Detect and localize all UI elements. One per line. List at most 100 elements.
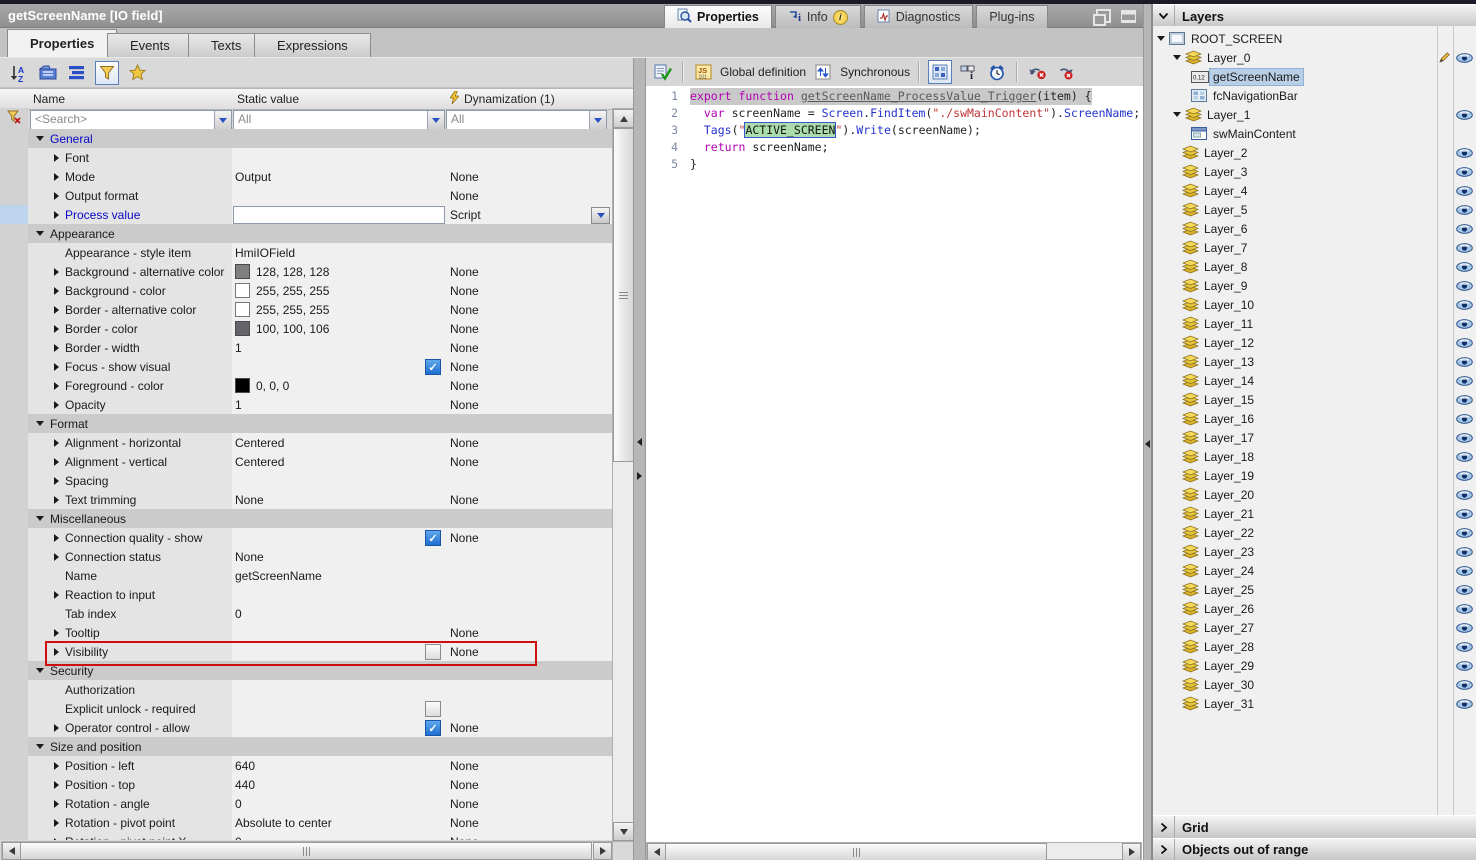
dynamization-cell[interactable]: None — [445, 756, 612, 776]
static-value-cell[interactable]: Centered — [232, 433, 449, 453]
scroll-right-button[interactable] — [593, 842, 612, 860]
property-row[interactable]: Focus - show visual✓None — [0, 357, 612, 376]
property-grid-hscrollbar[interactable] — [1, 841, 613, 860]
layer-row[interactable]: Layer_25 — [1153, 580, 1476, 599]
property-name-cell[interactable]: Format — [28, 414, 612, 434]
property-group-row[interactable]: General — [0, 129, 612, 148]
static-value-cell[interactable]: 255, 255, 255 — [232, 300, 449, 320]
scroll-up-button[interactable] — [613, 109, 634, 128]
dynamization-cell[interactable]: None — [445, 642, 612, 662]
tab-info[interactable]: i Info i — [775, 5, 861, 28]
group-expanded-icon[interactable] — [36, 668, 44, 673]
static-value-cell[interactable]: Absolute to center — [232, 813, 449, 833]
value-checkbox[interactable]: ✓ — [425, 359, 441, 375]
column-header-dynamization[interactable]: Dynamization (1) — [445, 88, 639, 110]
layer-visibility-eye-icon[interactable] — [1456, 546, 1474, 560]
value-checkbox[interactable]: ✓ — [425, 720, 441, 736]
group-expanded-icon[interactable] — [36, 421, 44, 426]
layer-visibility-eye-icon[interactable] — [1456, 394, 1474, 408]
expand-arrow-icon[interactable] — [54, 534, 59, 542]
tab-properties-inspector[interactable]: Properties — [664, 5, 772, 28]
layer-row[interactable]: Layer_30 — [1153, 675, 1476, 694]
category-view-icon[interactable] — [37, 62, 59, 84]
property-name-cell[interactable]: Alignment - vertical — [28, 452, 233, 472]
layer-visibility-eye-icon[interactable] — [1456, 660, 1474, 674]
layer-row[interactable]: ROOT_SCREEN — [1153, 29, 1476, 48]
static-value-cell[interactable]: 0 — [232, 604, 449, 624]
layer-visibility-eye-icon[interactable] — [1456, 622, 1474, 636]
dynamization-cell[interactable] — [445, 148, 612, 168]
dynamization-cell[interactable]: None — [445, 813, 612, 833]
layer-row[interactable]: Layer_2 — [1153, 143, 1476, 162]
layer-visibility-eye-icon[interactable] — [1456, 698, 1474, 712]
property-name-cell[interactable]: Background - alternative color — [28, 262, 233, 282]
property-group-row[interactable]: Security — [0, 661, 612, 680]
dynamization-filter[interactable]: All — [446, 110, 607, 130]
search-dropdown-icon[interactable] — [214, 111, 231, 129]
property-name-cell[interactable]: Rotation - angle — [28, 794, 233, 814]
property-row[interactable]: Operator control - allow✓None — [0, 718, 612, 737]
layer-visibility-eye-icon[interactable] — [1456, 565, 1474, 579]
layer-row[interactable]: Layer_24 — [1153, 561, 1476, 580]
property-group-row[interactable]: Appearance — [0, 224, 612, 243]
static-value-cell[interactable]: 440 — [232, 775, 449, 795]
property-name-cell[interactable]: Font — [28, 148, 233, 168]
property-row[interactable]: Foreground - color0, 0, 0None — [0, 376, 612, 395]
expand-arrow-icon[interactable] — [54, 838, 59, 841]
expand-arrow-icon[interactable] — [54, 458, 59, 466]
layer-visibility-eye-icon[interactable] — [1456, 584, 1474, 598]
scroll-left-button[interactable] — [2, 842, 21, 860]
property-name-cell[interactable]: Security — [28, 661, 612, 681]
property-row[interactable]: Border - width1None — [0, 338, 612, 357]
group-expanded-icon[interactable] — [36, 231, 44, 236]
list-view-icon[interactable] — [66, 62, 88, 84]
expand-arrow-icon[interactable] — [54, 401, 59, 409]
property-row[interactable]: Background - color255, 255, 255None — [0, 281, 612, 300]
property-name-cell[interactable]: Process value — [28, 205, 233, 225]
dynamization-cell[interactable]: None — [445, 528, 612, 548]
property-row[interactable]: Reaction to input — [0, 585, 612, 604]
dynamization-cell[interactable]: None — [445, 262, 612, 282]
layer-row[interactable]: Layer_0 — [1153, 48, 1476, 67]
property-name-cell[interactable]: Border - alternative color — [28, 300, 233, 320]
layer-row[interactable]: Layer_5 — [1153, 200, 1476, 219]
static-value-cell[interactable] — [232, 186, 449, 206]
color-swatch[interactable] — [235, 378, 250, 393]
layer-row[interactable]: Layer_10 — [1153, 295, 1476, 314]
dynamization-cell[interactable]: None — [445, 794, 612, 814]
expand-arrow-icon[interactable] — [54, 496, 59, 504]
validate-script-icon[interactable] — [652, 61, 674, 83]
property-row[interactable]: Font — [0, 148, 612, 167]
property-name-cell[interactable]: Visibility — [28, 642, 233, 662]
layer-row[interactable]: Layer_12 — [1153, 333, 1476, 352]
property-name-cell[interactable]: Text trimming — [28, 490, 233, 510]
layer-row[interactable]: Layer_26 — [1153, 599, 1476, 618]
property-row[interactable]: Authorization — [0, 680, 612, 699]
layer-visibility-eye-icon[interactable] — [1456, 337, 1474, 351]
property-row[interactable]: Output formatNone — [0, 186, 612, 205]
layer-visibility-eye-icon[interactable] — [1456, 679, 1474, 693]
property-row[interactable]: Explicit unlock - required — [0, 699, 612, 718]
splitter-collapse-icon[interactable] — [1145, 440, 1150, 448]
dyn-filter-dropdown-icon[interactable] — [589, 111, 606, 129]
property-row[interactable]: Rotation - pivot pointAbsolute to center… — [0, 813, 612, 832]
expand-arrow-icon[interactable] — [54, 553, 59, 561]
layer-visibility-eye-icon[interactable] — [1456, 204, 1474, 218]
column-header-static-value[interactable]: Static value — [232, 88, 451, 110]
process-value-input[interactable] — [233, 206, 445, 224]
dynamization-cell[interactable]: None — [445, 338, 612, 358]
dynamization-cell[interactable]: None — [445, 490, 612, 510]
property-row[interactable]: Connection quality - show✓None — [0, 528, 612, 547]
static-value-cell[interactable]: 0, 0, 0 — [232, 376, 449, 396]
static-value-cell[interactable] — [232, 585, 449, 605]
static-value-cell[interactable]: getScreenName — [232, 566, 449, 586]
property-row[interactable]: Spacing — [0, 471, 612, 490]
tab-expressions[interactable]: Expressions — [254, 33, 371, 57]
static-value-cell[interactable]: HmiIOField — [232, 243, 449, 263]
property-name-cell[interactable]: Size and position — [28, 737, 612, 757]
group-expanded-icon[interactable] — [36, 744, 44, 749]
layer-visibility-eye-icon[interactable] — [1456, 318, 1474, 332]
static-value-cell[interactable] — [232, 148, 449, 168]
property-group-row[interactable]: Miscellaneous — [0, 509, 612, 528]
dynamization-cell[interactable] — [445, 547, 612, 567]
